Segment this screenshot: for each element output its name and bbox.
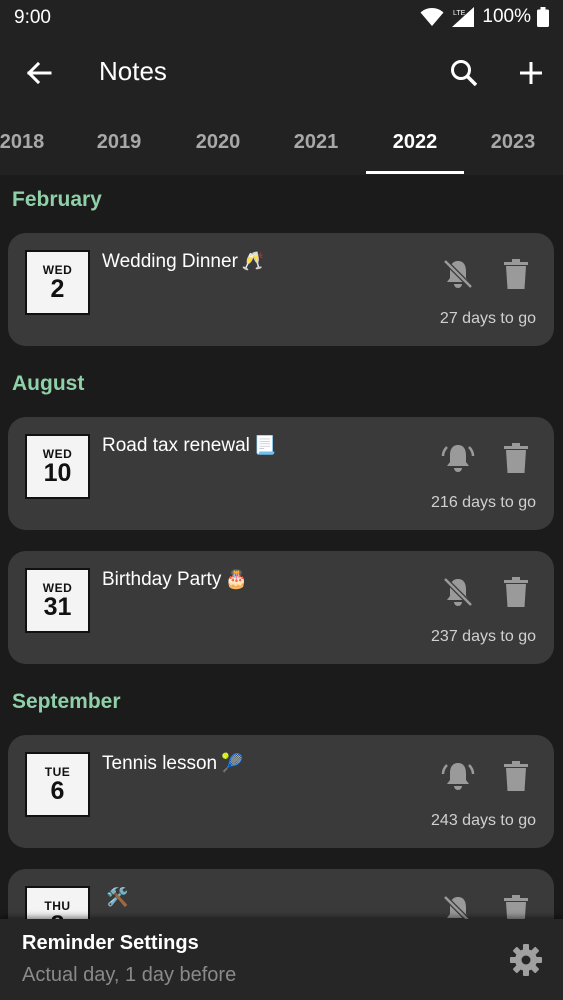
month-header: August: [12, 372, 85, 395]
trash-icon[interactable]: [501, 575, 531, 609]
back-arrow-icon[interactable]: [22, 56, 56, 90]
tab-year-active[interactable]: 2022: [366, 108, 464, 175]
note-emoji: 🛠️: [106, 887, 129, 907]
note-card[interactable]: TUE 6 Tennis lesson 🎾 243 days to go: [8, 735, 554, 848]
countdown-text: 243 days to go: [431, 812, 536, 829]
note-title: 🛠️: [102, 887, 128, 909]
page-title: Notes: [99, 56, 167, 86]
countdown-text: 27 days to go: [439, 310, 536, 327]
battery-icon: [537, 7, 549, 27]
network-type: LTE: [453, 10, 466, 17]
note-title: Birthday Party 🎂: [102, 569, 248, 591]
app-bar: Notes: [0, 36, 563, 108]
note-title: Wedding Dinner 🥂: [102, 251, 264, 273]
gear-icon[interactable]: [509, 943, 543, 977]
reminder-settings-subtitle: Actual day, 1 day before: [22, 964, 237, 986]
note-title-text: Road tax renewal: [102, 435, 250, 456]
note-emoji: 🥂: [241, 251, 265, 271]
note-emoji: 🎂: [225, 569, 248, 589]
add-icon[interactable]: [515, 57, 547, 89]
month-header: February: [12, 188, 102, 211]
bell-off-icon[interactable]: [441, 575, 475, 609]
day-number: 2: [50, 275, 65, 303]
bell-off-icon[interactable]: [441, 257, 475, 291]
note-title: Road tax renewal 📃: [102, 435, 276, 457]
calendar-date-badge: WED 2: [25, 250, 90, 315]
note-emoji: 📃: [253, 435, 277, 455]
year-tabs: 2018 2019 2020 2021 2022 2023: [0, 108, 563, 175]
reminder-settings-sheet[interactable]: Reminder Settings Actual day, 1 day befo…: [0, 919, 563, 1000]
note-title-text: Wedding Dinner: [102, 251, 238, 272]
tab-year[interactable]: 2018: [0, 108, 71, 175]
tab-year[interactable]: 2020: [169, 108, 267, 175]
trash-icon[interactable]: [501, 257, 531, 291]
reminder-settings-title: Reminder Settings: [22, 932, 199, 954]
search-icon[interactable]: [448, 57, 480, 89]
cell-signal-icon: LTE: [452, 7, 475, 27]
day-number: 6: [50, 777, 65, 805]
note-card[interactable]: WED 31 Birthday Party 🎂 237 days to go: [8, 551, 554, 664]
battery-level: 100%: [482, 6, 531, 27]
note-title-text: Birthday Party: [102, 569, 222, 590]
countdown-text: 216 days to go: [431, 494, 536, 511]
note-title-text: Tennis lesson: [102, 753, 218, 774]
trash-icon[interactable]: [501, 441, 531, 475]
month-header: September: [12, 690, 121, 713]
calendar-date-badge: TUE 6: [25, 752, 90, 817]
calendar-date-badge: WED 31: [25, 568, 90, 633]
note-card[interactable]: WED 2 Wedding Dinner 🥂 27 days to go: [8, 233, 554, 346]
trash-icon[interactable]: [501, 759, 531, 793]
tab-year[interactable]: 2021: [267, 108, 365, 175]
status-bar: 9:00 LTE 100%: [0, 0, 563, 36]
tab-year[interactable]: 2019: [70, 108, 168, 175]
status-time: 9:00: [14, 7, 51, 28]
note-card[interactable]: WED 10 Road tax renewal 📃 216 days to go: [8, 417, 554, 530]
day-number: 10: [43, 459, 72, 487]
status-icons: LTE 100%: [420, 6, 549, 28]
tab-year[interactable]: 2023: [464, 108, 562, 175]
day-number: 31: [43, 593, 72, 621]
calendar-date-badge: WED 10: [25, 434, 90, 499]
bell-ringing-icon[interactable]: [441, 441, 475, 475]
countdown-text: 237 days to go: [431, 628, 536, 645]
bell-ringing-icon[interactable]: [441, 759, 475, 793]
wifi-icon: [420, 8, 444, 26]
note-title: Tennis lesson 🎾: [102, 753, 244, 775]
note-emoji: 🎾: [221, 753, 244, 773]
